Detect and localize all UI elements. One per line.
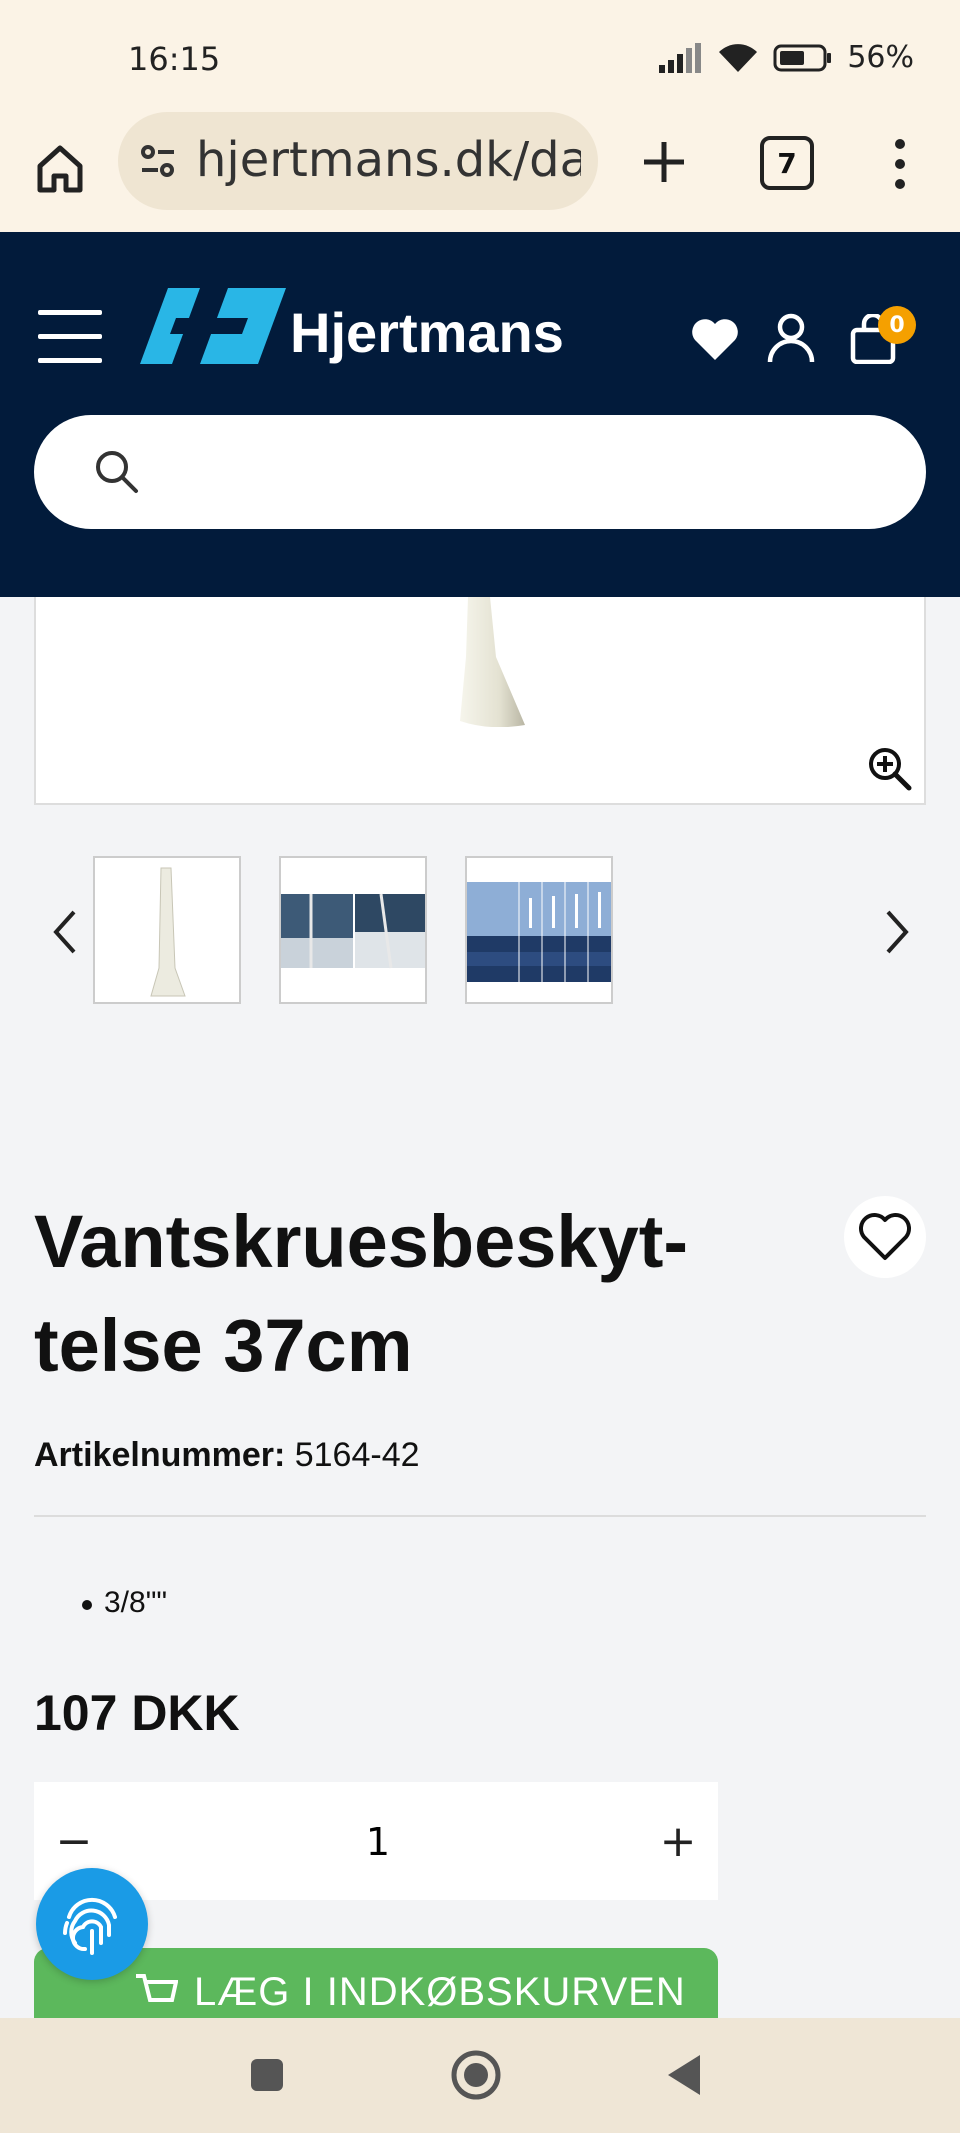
account-icon[interactable] [766, 312, 816, 364]
increase-quantity-button[interactable]: + [638, 1782, 718, 1900]
battery-percent: 56% [847, 40, 914, 75]
heart-outline-icon [859, 1213, 911, 1260]
logo-mark-icon [140, 288, 286, 364]
thumbnail-product-image [150, 867, 186, 997]
status-time: 16:15 [128, 40, 221, 78]
wishlist-heart-icon[interactable] [690, 316, 740, 362]
sku-label: Artikelnummer: [34, 1436, 286, 1474]
thumbnail-1[interactable] [93, 856, 241, 1004]
thumbnail-size-table [467, 882, 611, 982]
browser-toolbar: hjertmans.dk/da 7 [0, 112, 960, 232]
quantity-stepper: − + [34, 1782, 718, 1902]
status-bar: 16:15 56% [0, 0, 960, 112]
site-header: Hjertmans 0 [0, 232, 960, 597]
product-sku: Artikelnummer: 5164-42 [34, 1436, 420, 1475]
signal-icon [659, 42, 702, 73]
zoom-in-icon[interactable] [866, 745, 912, 791]
wifi-icon [719, 43, 758, 72]
product-price: 107 DKK [34, 1685, 240, 1741]
add-to-wishlist-button[interactable] [844, 1196, 926, 1278]
fingerprint-icon [63, 1897, 117, 1955]
thumbnail-boat-photo [281, 893, 425, 969]
thumbnail-carousel [0, 856, 960, 1008]
tab-switcher-button[interactable]: 7 [760, 136, 814, 190]
sku-value: 5164-42 [294, 1436, 420, 1474]
fingerprint-button[interactable] [36, 1868, 148, 1980]
product-image [460, 597, 525, 727]
site-settings-icon[interactable] [138, 142, 178, 182]
product-main-image[interactable] [34, 597, 926, 805]
cart-count-badge: 0 [878, 306, 916, 344]
thumbnail-2[interactable] [279, 856, 427, 1004]
feature-item: 3/8"" [81, 1586, 168, 1619]
quantity-input[interactable] [114, 1782, 642, 1902]
more-menu-icon[interactable] [880, 136, 920, 192]
system-nav-bar [0, 2018, 960, 2133]
search-bar[interactable] [34, 415, 926, 529]
thumbnail-3[interactable] [465, 856, 613, 1004]
status-icons: 56% [659, 40, 914, 75]
back-triangle-icon[interactable] [664, 2053, 704, 2097]
add-to-cart-label: LÆG I INDKØBSKURVEN [194, 1970, 686, 2014]
recents-square-icon[interactable] [249, 2057, 285, 2093]
divider [34, 1515, 926, 1517]
battery-icon [773, 44, 832, 71]
search-icon[interactable] [92, 447, 140, 495]
home-icon[interactable] [30, 138, 90, 198]
search-input[interactable] [164, 441, 888, 503]
new-tab-icon[interactable] [636, 134, 692, 190]
chevron-right-icon[interactable] [876, 902, 916, 962]
hamburger-menu-icon[interactable] [38, 310, 102, 366]
cart-icon [136, 1974, 178, 2002]
brand-name: Hjertmans [290, 301, 564, 364]
chevron-left-icon[interactable] [46, 902, 86, 962]
product-title: Vantskruesbeskyt-telse 37cm [34, 1200, 689, 1387]
url-text[interactable]: hjertmans.dk/da [196, 132, 581, 188]
home-circle-icon[interactable] [450, 2049, 502, 2101]
add-to-cart-button[interactable]: LÆG I INDKØBSKURVEN [34, 1948, 718, 2018]
site-logo[interactable]: Hjertmans [138, 288, 564, 378]
